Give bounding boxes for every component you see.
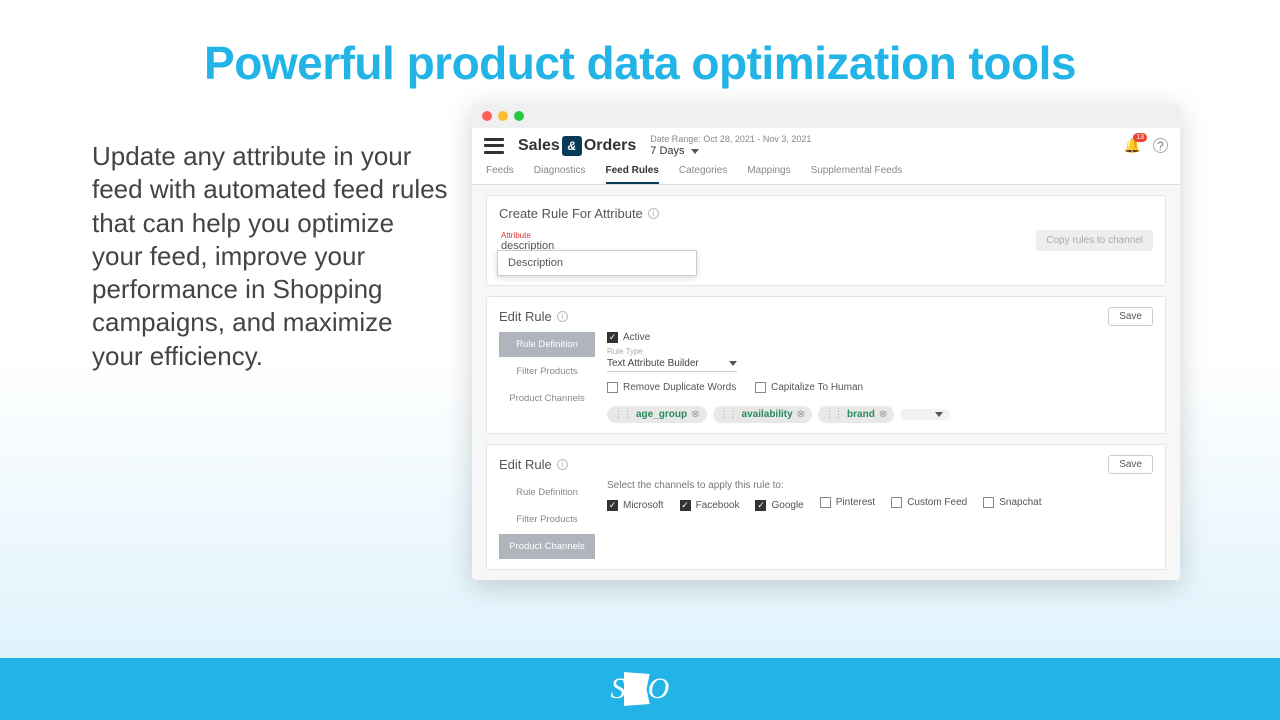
info-icon[interactable]: i — [557, 459, 568, 470]
chevron-down-icon — [691, 149, 699, 154]
marketing-blurb: Update any attribute in your feed with a… — [92, 104, 472, 580]
mac-titlebar — [472, 104, 1180, 128]
save-button[interactable]: Save — [1108, 307, 1153, 326]
hamburger-menu-icon[interactable] — [484, 138, 504, 154]
edit-rule-card-1: Edit Rulei Save Rule DefinitionFilter Pr… — [486, 296, 1166, 434]
copy-rules-button[interactable]: Copy rules to channel — [1036, 230, 1153, 251]
hero-title: Powerful product data optimization tools — [0, 0, 1280, 104]
footer-logo: SO — [0, 658, 1280, 720]
mac-close-icon[interactable] — [482, 111, 492, 121]
attribute-chip[interactable]: ⋮⋮age_group⊗ — [607, 406, 707, 423]
date-range-select[interactable]: 7 Days — [650, 145, 811, 157]
rule-type-select[interactable]: Text Attribute Builder — [607, 356, 737, 372]
drag-icon[interactable]: ⋮⋮ — [720, 409, 738, 420]
sidetab-filter-products[interactable]: Filter Products — [499, 507, 595, 532]
create-rule-card: Create Rule For Attributei Attribute des… — [486, 195, 1166, 286]
sidetab-product-channels[interactable]: Product Channels — [499, 386, 595, 411]
tab-feeds[interactable]: Feeds — [486, 165, 514, 184]
brand-logo: Sales&Orders — [518, 136, 636, 156]
create-rule-title: Create Rule For Attribute — [499, 206, 643, 221]
tab-mappings[interactable]: Mappings — [747, 165, 790, 184]
tab-bar: Feeds Diagnostics Feed Rules Categories Mapp… — [472, 157, 1180, 185]
tab-diagnostics[interactable]: Diagnostics — [534, 165, 586, 184]
channels-instruction: Select the channels to apply this rule t… — [607, 480, 1153, 491]
chevron-down-icon — [729, 361, 737, 366]
active-checkbox[interactable]: ✓Active — [607, 332, 650, 343]
channel-google[interactable]: ✓Google — [755, 500, 803, 511]
help-icon[interactable]: ? — [1153, 138, 1168, 153]
save-button[interactable]: Save — [1108, 455, 1153, 474]
mac-min-icon[interactable] — [498, 111, 508, 121]
sidetab-product-channels[interactable]: Product Channels — [499, 534, 595, 559]
sidetab-rule-definition[interactable]: Rule Definition — [499, 480, 595, 505]
app-screenshot: Sales&Orders Date Range: Oct 28, 2021 - … — [472, 104, 1180, 580]
notif-badge: 13 — [1133, 133, 1147, 142]
channel-microsoft[interactable]: ✓Microsoft — [607, 500, 664, 511]
drag-icon[interactable]: ⋮⋮ — [825, 409, 843, 420]
add-chip-select[interactable] — [900, 409, 950, 420]
remove-chip-icon[interactable]: ⊗ — [797, 409, 805, 420]
remove-dup-checkbox[interactable]: Remove Duplicate Words — [607, 382, 736, 393]
tab-supplemental-feeds[interactable]: Supplemental Feeds — [811, 165, 903, 184]
info-icon[interactable]: i — [648, 208, 659, 219]
info-icon[interactable]: i — [557, 311, 568, 322]
tab-feed-rules[interactable]: Feed Rules — [606, 165, 659, 184]
notifications-icon[interactable]: 🔔13 — [1124, 137, 1141, 154]
sidetab-rule-definition[interactable]: Rule Definition — [499, 332, 595, 357]
mac-max-icon[interactable] — [514, 111, 524, 121]
attribute-chip[interactable]: ⋮⋮availability⊗ — [713, 406, 813, 423]
tab-categories[interactable]: Categories — [679, 165, 727, 184]
attribute-chip[interactable]: ⋮⋮brand⊗ — [818, 406, 894, 423]
channel-facebook[interactable]: ✓Facebook — [680, 500, 740, 511]
remove-chip-icon[interactable]: ⊗ — [691, 409, 699, 420]
sidetab-filter-products[interactable]: Filter Products — [499, 359, 595, 384]
drag-icon[interactable]: ⋮⋮ — [614, 409, 632, 420]
remove-chip-icon[interactable]: ⊗ — [879, 409, 887, 420]
channel-pinterest[interactable]: Pinterest — [820, 497, 875, 508]
edit-rule-card-2: Edit Rulei Save Rule DefinitionFilter Pr… — [486, 444, 1166, 570]
capitalize-checkbox[interactable]: Capitalize To Human — [755, 382, 863, 393]
date-range-label: Date Range: Oct 28, 2021 - Nov 3, 2021 — [650, 134, 811, 144]
attribute-dropdown-option[interactable]: Description — [497, 250, 697, 276]
channel-custom-feed[interactable]: Custom Feed — [891, 497, 967, 508]
channel-snapchat[interactable]: Snapchat — [983, 497, 1041, 508]
